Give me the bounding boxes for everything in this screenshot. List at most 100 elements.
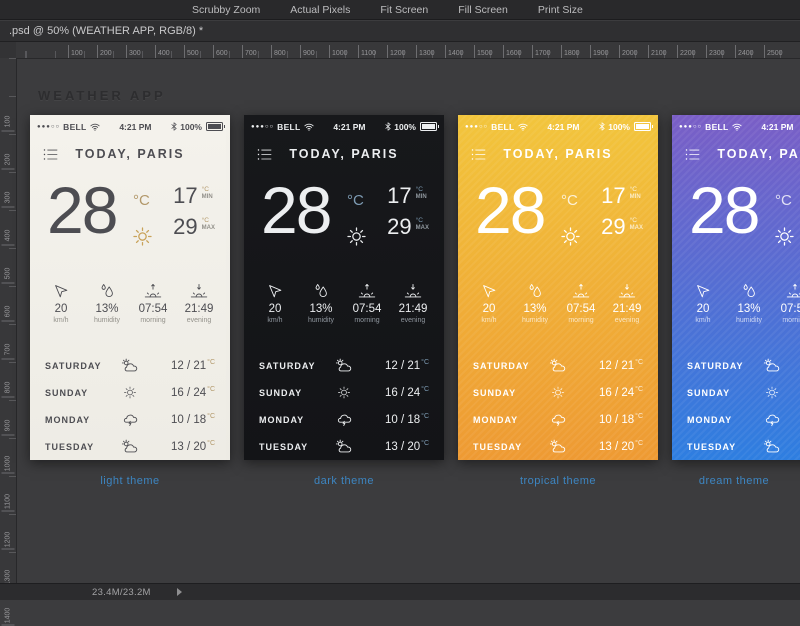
min-unit: °C: [416, 186, 427, 194]
forecast-row: TUESDAY 13 / 20°C: [45, 433, 215, 460]
forecast-row: SATURDAY 12 / 21°C: [45, 352, 215, 379]
wifi-icon: [90, 123, 100, 131]
document-tab[interactable]: .psd @ 50% (WEATHER APP, RGB/8) *: [9, 25, 203, 37]
min-label: MIN: [416, 194, 427, 201]
menu-icon: [257, 148, 272, 161]
stat-value: 13%: [523, 303, 546, 315]
ruler-mark-h: 300: [126, 50, 141, 57]
stats-row: 20 km/h 13% humidity 07:54 morning 21:49…: [244, 282, 444, 342]
signal-dots: ●●●○○: [679, 124, 702, 130]
min-label: MIN: [630, 194, 641, 201]
stat-value: 07:54: [781, 303, 800, 315]
ruler-mark-v: 200: [5, 152, 12, 168]
max-label: MAX: [202, 225, 215, 232]
stat-label: humidity: [308, 317, 334, 324]
stats-row: 20 km/h 13% humidity 07:54 morning 21:49…: [458, 282, 658, 342]
max-temp: 29: [173, 216, 197, 238]
forecast-row: SUNDAY 16 / 24°C: [259, 379, 429, 406]
ruler-mark-v: 800: [5, 380, 12, 396]
app-title: TODAY, PARIS: [244, 139, 444, 161]
app-screen-light: ●●●○○ BELL 4:21 PM 100% TODAY, PARIS 28 …: [30, 115, 230, 487]
ruler-mark-v: 1400: [5, 608, 12, 624]
menu-icon: [685, 148, 700, 161]
app-header: TODAY, PARIS: [30, 139, 230, 175]
sunny-icon: [334, 385, 354, 400]
scrubby-zoom-button[interactable]: Scrubby Zoom: [192, 4, 260, 16]
max-unit: °C: [630, 217, 643, 225]
wifi-icon: [304, 123, 314, 131]
print-size-button[interactable]: Print Size: [538, 4, 583, 16]
partly-cloudy-icon: [120, 358, 140, 373]
battery-icon: [206, 122, 223, 131]
temps-label: 16 / 24°C: [785, 386, 800, 399]
sunrise-icon: [571, 282, 591, 300]
ruler-mark-h: 400: [155, 50, 170, 57]
day-label: MONDAY: [259, 415, 331, 425]
ruler-mark-h: 1300: [416, 50, 435, 57]
stat-value: 20: [55, 303, 68, 315]
sunset-icon: [403, 282, 423, 300]
stat-humidity: 13% humidity: [512, 282, 558, 342]
signal-dots: ●●●○○: [251, 124, 274, 130]
forecast-list: SATURDAY 12 / 21°C SUNDAY 16 / 24°C MOND…: [30, 342, 230, 460]
sunny-icon: [120, 385, 140, 400]
ruler-mark-h: 2200: [677, 50, 696, 57]
stats-row: 20 km/h 13% humidity 07:54 morning 21:49…: [30, 282, 230, 342]
stat-label: km/h: [481, 317, 496, 324]
stat-value: 07:54: [353, 303, 382, 315]
forecast-row: SATURDAY 12 / 21°C: [259, 352, 429, 379]
actual-pixels-button[interactable]: Actual Pixels: [290, 4, 350, 16]
ruler-mark-h: 2500: [764, 50, 783, 57]
temps-label: 10 / 18°C: [143, 413, 215, 426]
ruler-mark-h: 2400: [735, 50, 754, 57]
ruler-mark-v: 1000: [5, 456, 12, 472]
day-label: MONDAY: [687, 415, 759, 425]
temps-label: 10 / 18°C: [571, 413, 643, 426]
vertical-ruler[interactable]: 1002003004005006007008009001000110012001…: [0, 58, 17, 584]
horizontal-ruler[interactable]: 1002003004005006007008009001000110012001…: [16, 42, 800, 59]
fill-screen-button[interactable]: Fill Screen: [458, 4, 508, 16]
temps-label: 13 / 20°C: [571, 440, 643, 453]
fit-screen-button[interactable]: Fit Screen: [380, 4, 428, 16]
forecast-row: SUNDAY 16 / 24°C: [45, 379, 215, 406]
min-unit: °C: [202, 186, 213, 194]
app-title: TODAY, PARIS: [30, 139, 230, 161]
ruler-corner: [0, 42, 17, 59]
max-unit: °C: [416, 217, 429, 225]
ruler-mark-h: 1000: [329, 50, 348, 57]
ruler-mark-h: 500: [184, 50, 199, 57]
status-expand-icon[interactable]: [177, 588, 182, 596]
wind-icon: [51, 282, 71, 300]
stat-sunrise: 07:54 morning: [130, 282, 176, 342]
stat-label: morning: [568, 317, 593, 324]
min-temp-row: 17 °C MIN: [173, 185, 215, 207]
sun-icon: [345, 225, 368, 248]
stat-sunset: 21:49 evening: [176, 282, 222, 342]
app-header: TODAY, PARIS: [672, 139, 800, 175]
stat-label: km/h: [53, 317, 68, 324]
carrier-label: BELL: [705, 122, 728, 132]
temps-label: 12 / 21°C: [785, 359, 800, 372]
temps-label: 16 / 24°C: [143, 386, 215, 399]
storm-icon: [334, 412, 354, 427]
time-label: 4:21 PM: [333, 122, 365, 132]
humidity-icon: [97, 282, 117, 300]
phone-screen: ●●●○○ BELL 4:21 PM 100% TODAY, PARIS 28 …: [672, 115, 800, 460]
stat-value: 20: [269, 303, 282, 315]
forecast-row: TUESDAY 13 / 20°C: [473, 433, 643, 460]
partly-cloudy-icon: [762, 358, 782, 373]
battery-percent: 100%: [394, 122, 416, 132]
min-unit: °C: [630, 186, 641, 194]
day-label: MONDAY: [45, 415, 117, 425]
humidity-icon: [739, 282, 759, 300]
storm-icon: [548, 412, 568, 427]
ruler-mark-v: 1100: [5, 494, 12, 510]
menu-icon: [43, 148, 58, 161]
partly-cloudy-icon: [762, 439, 782, 454]
forecast-row: SUNDAY 16 / 24°C: [687, 379, 800, 406]
app-screen-dark: ●●●○○ BELL 4:21 PM 100% TODAY, PARIS 28 …: [244, 115, 444, 487]
ruler-mark-h: 800: [271, 50, 286, 57]
ruler-mark-h: 2000: [619, 50, 638, 57]
ruler-mark-h: 1400: [445, 50, 464, 57]
ruler-mark-v: 600: [5, 304, 12, 320]
